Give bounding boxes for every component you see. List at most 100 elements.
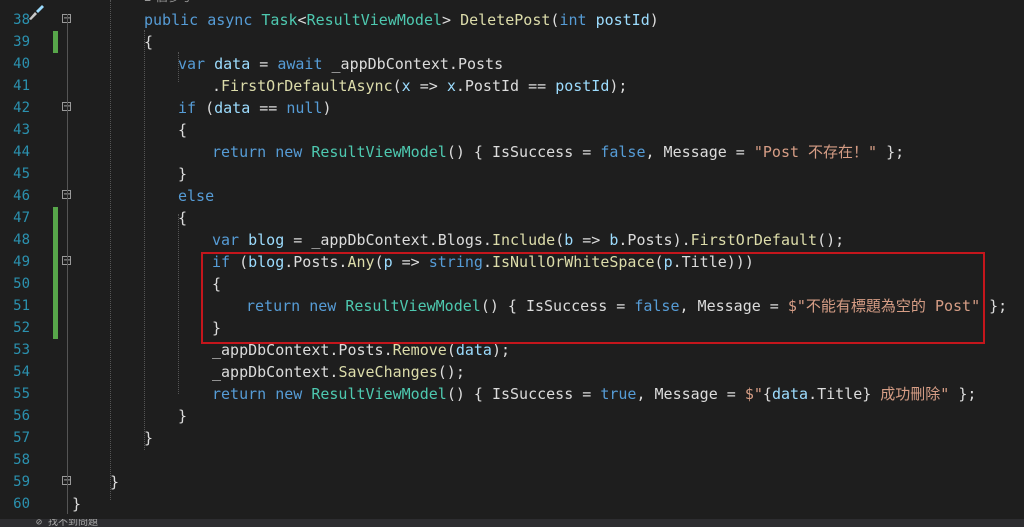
- code-token: Task: [261, 11, 298, 29]
- code-text[interactable]: {: [178, 119, 187, 141]
- code-token: (: [392, 77, 402, 95]
- code-token: DeletePost: [460, 11, 551, 29]
- code-token: FirstOrDefaultAsync: [221, 77, 393, 95]
- line-number: 41: [13, 78, 30, 94]
- code-line[interactable]: 38−public async Task<ResultViewModel> De…: [0, 9, 1024, 31]
- line-number: 50: [13, 276, 30, 292]
- code-line[interactable]: 45}: [0, 163, 1024, 185]
- code-token: }: [144, 429, 154, 447]
- code-token: .Title}: [808, 385, 872, 403]
- code-line[interactable]: 47 {: [0, 207, 1024, 229]
- code-token: Include: [491, 231, 556, 249]
- code-line[interactable]: 40 var data = await _appDbContext.Posts: [0, 53, 1024, 75]
- line-number: 39: [13, 34, 30, 50]
- code-text[interactable]: return new ResultViewModel() { IsSuccess…: [212, 141, 904, 163]
- code-line[interactable]: 57}: [0, 427, 1024, 449]
- code-line[interactable]: 42−if (data == null): [0, 97, 1024, 119]
- code-token: , Message =: [645, 143, 754, 161]
- code-token: }: [178, 407, 188, 425]
- quick-actions-brush-icon[interactable]: [26, 3, 46, 21]
- line-number: 53: [13, 342, 30, 358]
- code-token: else: [178, 187, 215, 205]
- codelens-text[interactable]: 2 個參考: [144, 0, 191, 8]
- code-token: (: [205, 99, 215, 117]
- code-token: .Posts).: [618, 231, 691, 249]
- code-token: <: [297, 11, 307, 29]
- line-number: 52: [13, 320, 30, 336]
- code-line[interactable]: 54 _appDbContext.SaveChanges();: [0, 361, 1024, 383]
- code-token: data: [214, 55, 251, 73]
- code-token: int: [559, 11, 596, 29]
- code-line[interactable]: 43 {: [0, 119, 1024, 141]
- indent-guide: [144, 30, 145, 450]
- code-token: =: [250, 55, 278, 73]
- indent-guide: [178, 52, 179, 82]
- line-number: 56: [13, 408, 30, 424]
- code-token: {: [178, 209, 188, 227]
- line-number: 45: [13, 166, 30, 182]
- reference-codelens[interactable]: 2 個參考: [0, 0, 1024, 8]
- code-token: =>: [573, 231, 610, 249]
- code-line[interactable]: 39 {: [0, 31, 1024, 53]
- status-text: ⊘ 找不到問題: [36, 519, 99, 527]
- change-indicator: [53, 251, 58, 273]
- code-line[interactable]: 48 var blog = _appDbContext.Blogs.Include…: [0, 229, 1024, 251]
- code-text[interactable]: .FirstOrDefaultAsync(x => x.PostId == po…: [212, 75, 627, 97]
- code-text[interactable]: if (data == null): [178, 97, 332, 119]
- code-token: }: [110, 473, 120, 491]
- change-indicator: [53, 229, 58, 251]
- code-token: await: [277, 55, 332, 73]
- line-number: 60: [13, 496, 30, 512]
- code-line[interactable]: 46−else: [0, 185, 1024, 207]
- code-token: ();: [817, 231, 845, 249]
- code-token: , Message =: [636, 385, 745, 403]
- code-token: =>: [410, 77, 447, 95]
- code-line[interactable]: 56}: [0, 405, 1024, 427]
- code-text[interactable]: }: [72, 493, 81, 515]
- code-token: ==: [250, 99, 287, 117]
- code-token: 成功刪除": [871, 385, 950, 403]
- code-text[interactable]: {: [178, 207, 187, 229]
- line-number: 42: [13, 100, 30, 116]
- status-bar: ⊘ 找不到問題: [0, 519, 1024, 527]
- code-text[interactable]: }: [144, 427, 153, 449]
- code-text[interactable]: }: [178, 163, 187, 185]
- code-token: return new: [212, 385, 312, 403]
- code-token: () { IsSuccess =: [446, 143, 601, 161]
- line-number: 40: [13, 56, 30, 72]
- code-text[interactable]: public async Task<ResultViewModel> Delet…: [144, 9, 659, 31]
- code-text[interactable]: {: [144, 31, 153, 53]
- code-token: SaveChanges: [338, 363, 438, 381]
- code-token: {: [144, 33, 154, 51]
- code-text[interactable]: }: [110, 471, 119, 493]
- code-token: () { IsSuccess =: [446, 385, 601, 403]
- code-line[interactable]: 41 .FirstOrDefaultAsync(x => x.PostId == …: [0, 75, 1024, 97]
- code-token: = _appDbContext.Blogs.: [284, 231, 492, 249]
- code-token: true: [600, 385, 637, 403]
- code-line[interactable]: 60}: [0, 493, 1024, 515]
- code-line[interactable]: 59−}: [0, 471, 1024, 493]
- code-token: ResultViewModel: [311, 143, 447, 161]
- code-token: };: [949, 385, 977, 403]
- code-token: {: [178, 121, 188, 139]
- code-token: postId: [595, 11, 650, 29]
- code-line[interactable]: 58: [0, 449, 1024, 471]
- line-number: 51: [13, 298, 30, 314]
- code-text[interactable]: return new ResultViewModel() { IsSuccess…: [212, 383, 976, 405]
- code-token: .: [212, 77, 222, 95]
- code-line[interactable]: 44 return new ResultViewModel() { IsSucce…: [0, 141, 1024, 163]
- code-text[interactable]: else: [178, 185, 214, 207]
- line-number: 57: [13, 430, 30, 446]
- code-token: public async: [144, 11, 262, 29]
- change-indicator: [53, 295, 58, 317]
- code-token: (: [555, 231, 565, 249]
- code-text[interactable]: var blog = _appDbContext.Blogs.Include(b…: [212, 229, 844, 251]
- code-text[interactable]: var data = await _appDbContext.Posts: [178, 53, 503, 75]
- line-number: 46: [13, 188, 30, 204]
- code-editor[interactable]: 2 個參考 38−public async Task<ResultViewMod…: [0, 0, 1024, 527]
- fold-region-line: [67, 14, 68, 514]
- code-text[interactable]: _appDbContext.SaveChanges();: [212, 361, 465, 383]
- code-text[interactable]: }: [178, 405, 187, 427]
- code-token: postId: [555, 77, 610, 95]
- code-line[interactable]: 55 return new ResultViewModel() { IsSucce…: [0, 383, 1024, 405]
